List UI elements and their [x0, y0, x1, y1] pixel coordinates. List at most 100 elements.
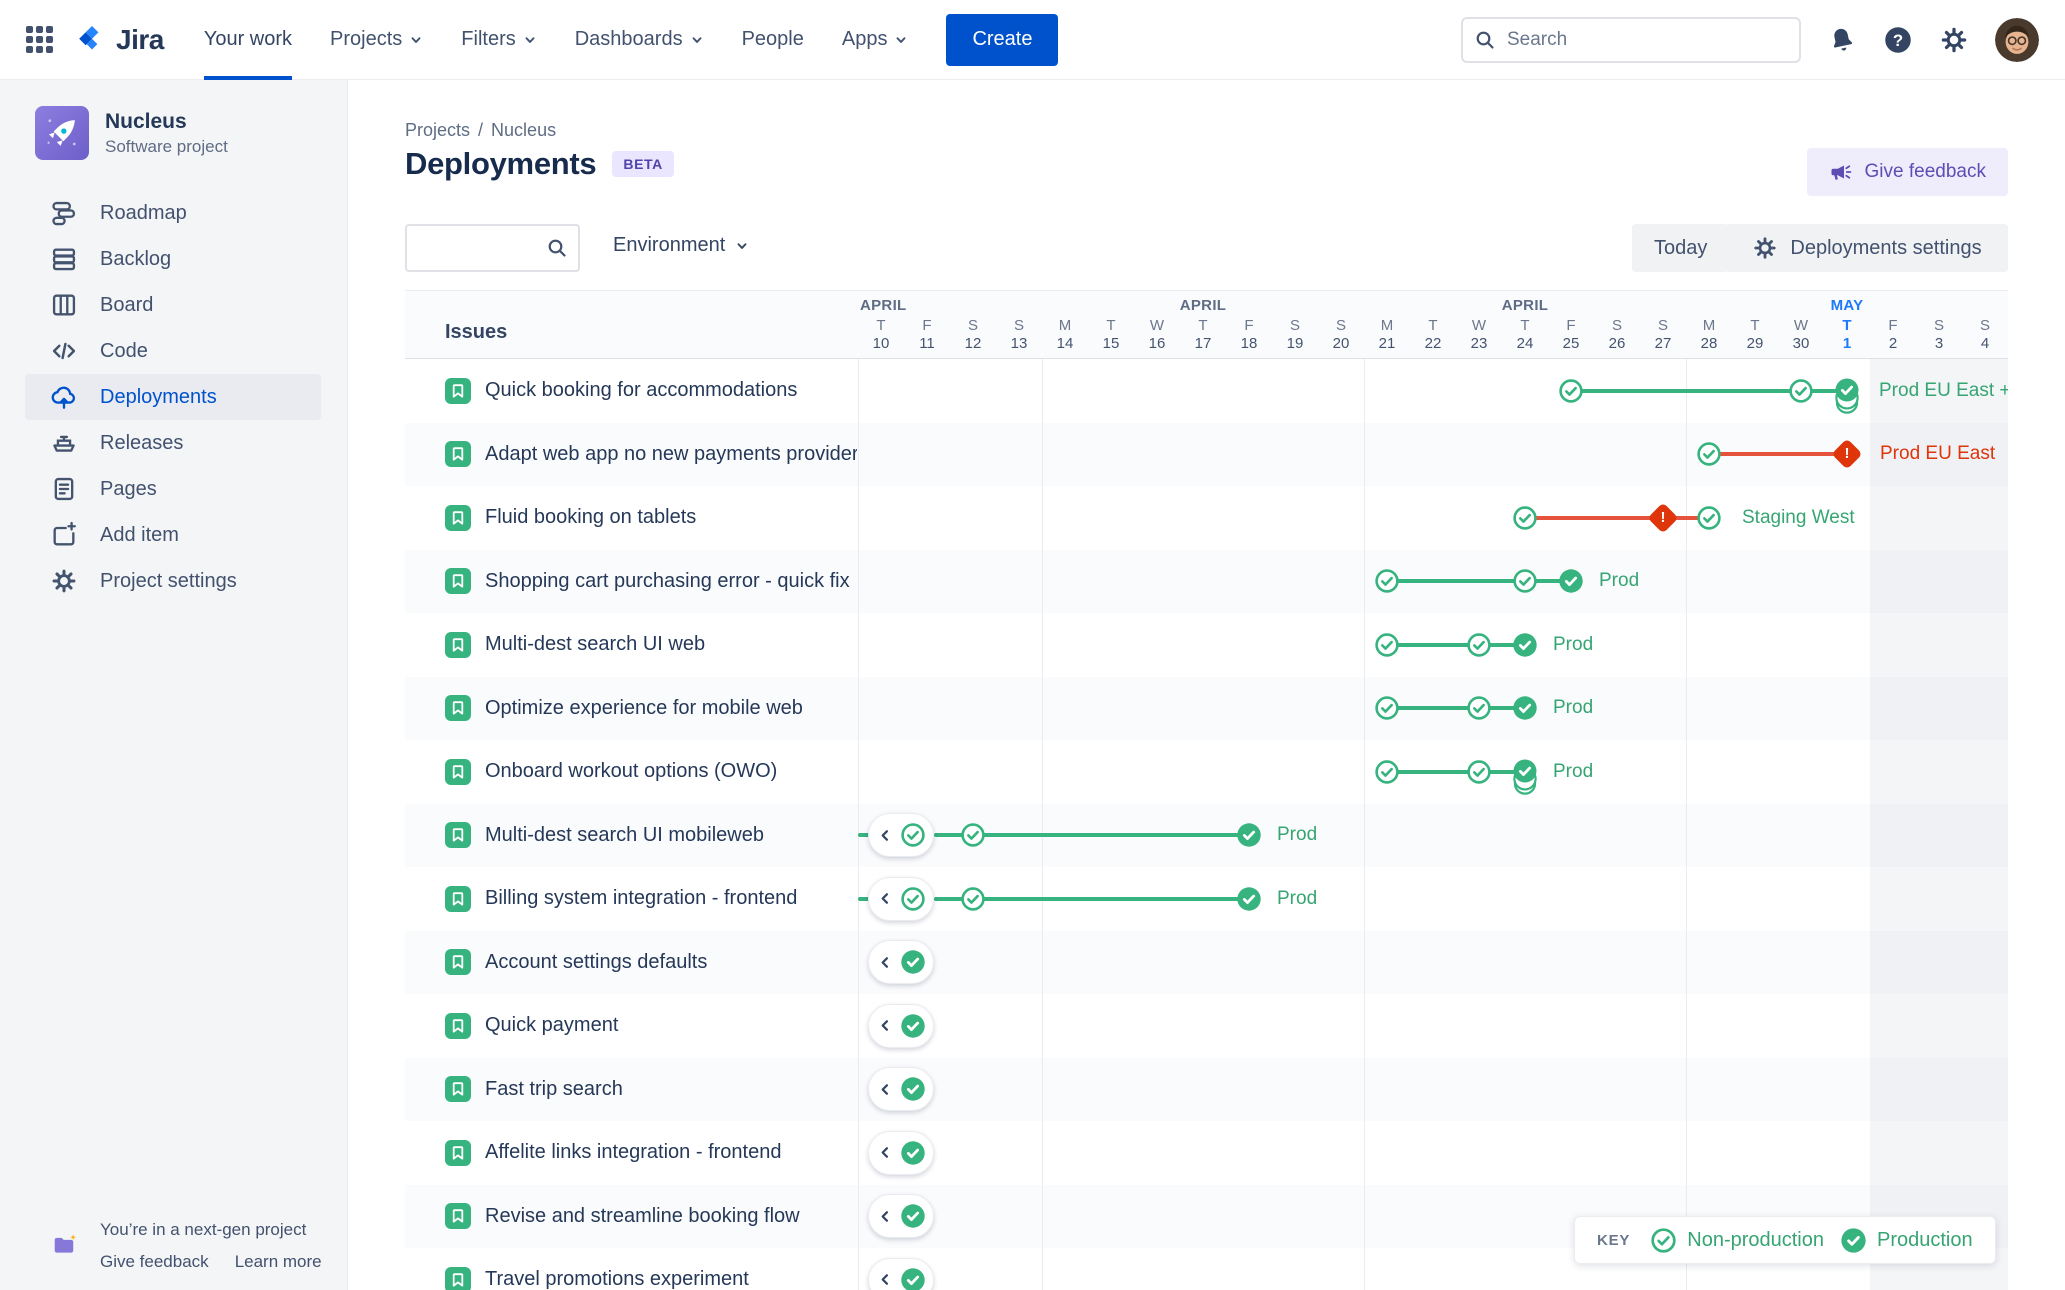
environment-dropdown[interactable]: Environment [613, 234, 749, 257]
day-S3[interactable]: S3 [1916, 317, 1962, 353]
production-stacked-check-icon[interactable] [1834, 378, 1860, 415]
project-header[interactable]: Nucleus Software project [0, 80, 347, 184]
production-check-icon[interactable] [1512, 632, 1538, 658]
jira-logo[interactable]: Jira [76, 24, 164, 56]
nav-tab-people[interactable]: People [742, 0, 804, 80]
help-icon[interactable] [1883, 25, 1913, 55]
sidebar-item-releases[interactable]: Releases [25, 420, 321, 466]
day-F2[interactable]: F2 [1870, 317, 1916, 353]
deployments-settings-button[interactable]: Deployments settings [1726, 224, 2008, 272]
production-check-icon[interactable] [1558, 568, 1584, 594]
day-W30[interactable]: W 30 [1778, 317, 1824, 353]
collapsed-deployments-pill[interactable] [868, 1257, 934, 1290]
sidebar-item-board[interactable]: Board [25, 282, 321, 328]
global-search-input[interactable] [1461, 16, 1801, 63]
production-check-icon[interactable] [1236, 886, 1262, 912]
issue-cell[interactable]: Quick payment [445, 994, 857, 1058]
issue-cell[interactable]: Account settings defaults [445, 931, 857, 995]
non-production-check-icon[interactable] [1466, 695, 1492, 721]
day-W16[interactable]: W 16 [1134, 317, 1180, 353]
create-button[interactable]: Create [946, 13, 1059, 66]
sidebar-item-project-settings[interactable]: Project settings [25, 558, 321, 604]
sidebar-item-add-item[interactable]: Add item [25, 512, 321, 558]
issue-cell[interactable]: Shopping cart purchasing error - quick f… [445, 550, 857, 614]
production-check-icon[interactable] [1512, 695, 1538, 721]
collapsed-deployments-pill[interactable] [868, 1067, 934, 1112]
give-feedback-button[interactable]: Give feedback [1806, 148, 2008, 196]
day-S4[interactable]: S4 [1962, 317, 2008, 353]
collapsed-deployments-pill[interactable] [868, 1130, 934, 1175]
non-production-check-icon[interactable] [1696, 505, 1722, 531]
non-production-check-icon[interactable] [1512, 568, 1538, 594]
day-T29[interactable]: T 29 [1732, 317, 1778, 353]
collapsed-deployments-pill[interactable] [868, 1194, 934, 1239]
collapsed-deployments-pill[interactable] [868, 876, 934, 921]
nav-tab-dashboards[interactable]: Dashboards [575, 0, 704, 80]
day-S26[interactable]: S 26 [1594, 317, 1640, 353]
non-production-check-icon[interactable] [1466, 759, 1492, 785]
day-M14[interactable]: M 14 [1042, 317, 1088, 353]
day-T24[interactable]: T 24 [1502, 317, 1548, 353]
day-F11[interactable]: F 11 [904, 317, 950, 353]
breadcrumb-nucleus[interactable]: Nucleus [491, 120, 556, 140]
today-button[interactable]: Today [1632, 224, 1730, 272]
issue-cell[interactable]: Quick booking for accommodations [445, 359, 857, 423]
settings-gear-icon[interactable] [1939, 25, 1969, 55]
issue-cell[interactable]: Multi-dest search UI mobileweb [445, 804, 857, 868]
day-T15[interactable]: T 15 [1088, 317, 1134, 353]
production-check-icon[interactable] [1236, 822, 1262, 848]
nav-tab-apps[interactable]: Apps [842, 0, 909, 80]
sidebar-learn-more-link[interactable]: Learn more [235, 1252, 322, 1272]
issue-cell[interactable]: Fluid booking on tablets [445, 486, 857, 550]
sidebar-item-code[interactable]: Code [25, 328, 321, 374]
sidebar-item-backlog[interactable]: Backlog [25, 236, 321, 282]
non-production-check-icon[interactable] [1696, 441, 1722, 467]
day-S27[interactable]: S 27 [1640, 317, 1686, 353]
issue-cell[interactable]: Travel promotions experiment [445, 1248, 857, 1290]
notifications-bell-icon[interactable] [1827, 25, 1857, 55]
day-T1[interactable]: T1 [1824, 317, 1870, 353]
nav-tab-projects[interactable]: Projects [330, 0, 423, 80]
issue-cell[interactable]: Multi-dest search UI web [445, 613, 857, 677]
day-F18[interactable]: F 18 [1226, 317, 1272, 353]
sidebar-give-feedback-link[interactable]: Give feedback [100, 1252, 209, 1272]
non-production-check-icon[interactable] [1374, 632, 1400, 658]
day-S12[interactable]: S 12 [950, 317, 996, 353]
issue-cell[interactable]: Fast trip search [445, 1058, 857, 1122]
collapsed-deployments-pill[interactable] [868, 813, 934, 858]
issue-cell[interactable]: Billing system integration - frontend [445, 867, 857, 931]
nav-tab-filters[interactable]: Filters [461, 0, 536, 80]
day-M21[interactable]: M 21 [1364, 317, 1410, 353]
day-S20[interactable]: S 20 [1318, 317, 1364, 353]
day-T10[interactable]: T 10 [858, 317, 904, 353]
non-production-check-icon[interactable] [1374, 568, 1400, 594]
day-M28[interactable]: M 28 [1686, 317, 1732, 353]
nav-tab-your-work[interactable]: Your work [203, 0, 293, 80]
day-F25[interactable]: F 25 [1548, 317, 1594, 353]
issue-cell[interactable]: Optimize experience for mobile web [445, 677, 857, 741]
deployment-failed-icon[interactable]: ! [1831, 438, 1863, 470]
sidebar-item-pages[interactable]: Pages [25, 466, 321, 512]
sidebar-item-roadmap[interactable]: Roadmap [25, 190, 321, 236]
issue-cell[interactable]: Revise and streamline booking flow [445, 1185, 857, 1249]
non-production-check-icon[interactable] [1512, 505, 1538, 531]
day-S19[interactable]: S 19 [1272, 317, 1318, 353]
non-production-check-icon[interactable] [1788, 378, 1814, 404]
day-T17[interactable]: T 17 [1180, 317, 1226, 353]
collapsed-deployments-pill[interactable] [868, 940, 934, 985]
non-production-check-icon[interactable] [1558, 378, 1584, 404]
production-stacked-check-icon[interactable] [1512, 759, 1538, 796]
app-switcher-icon[interactable] [26, 25, 54, 54]
breadcrumb-projects[interactable]: Projects [405, 120, 470, 140]
sidebar-item-deployments[interactable]: Deployments [25, 374, 321, 420]
collapsed-deployments-pill[interactable] [868, 1003, 934, 1048]
day-T22[interactable]: T 22 [1410, 317, 1456, 353]
issue-cell[interactable]: Affelite links integration - frontend [445, 1121, 857, 1185]
non-production-check-icon[interactable] [1466, 632, 1492, 658]
day-S13[interactable]: S 13 [996, 317, 1042, 353]
non-production-check-icon[interactable] [960, 822, 986, 848]
deployment-failed-icon[interactable]: ! [1647, 502, 1679, 534]
issue-cell[interactable]: Onboard workout options (OWO) [445, 740, 857, 804]
non-production-check-icon[interactable] [960, 886, 986, 912]
user-avatar[interactable] [1995, 18, 2039, 62]
